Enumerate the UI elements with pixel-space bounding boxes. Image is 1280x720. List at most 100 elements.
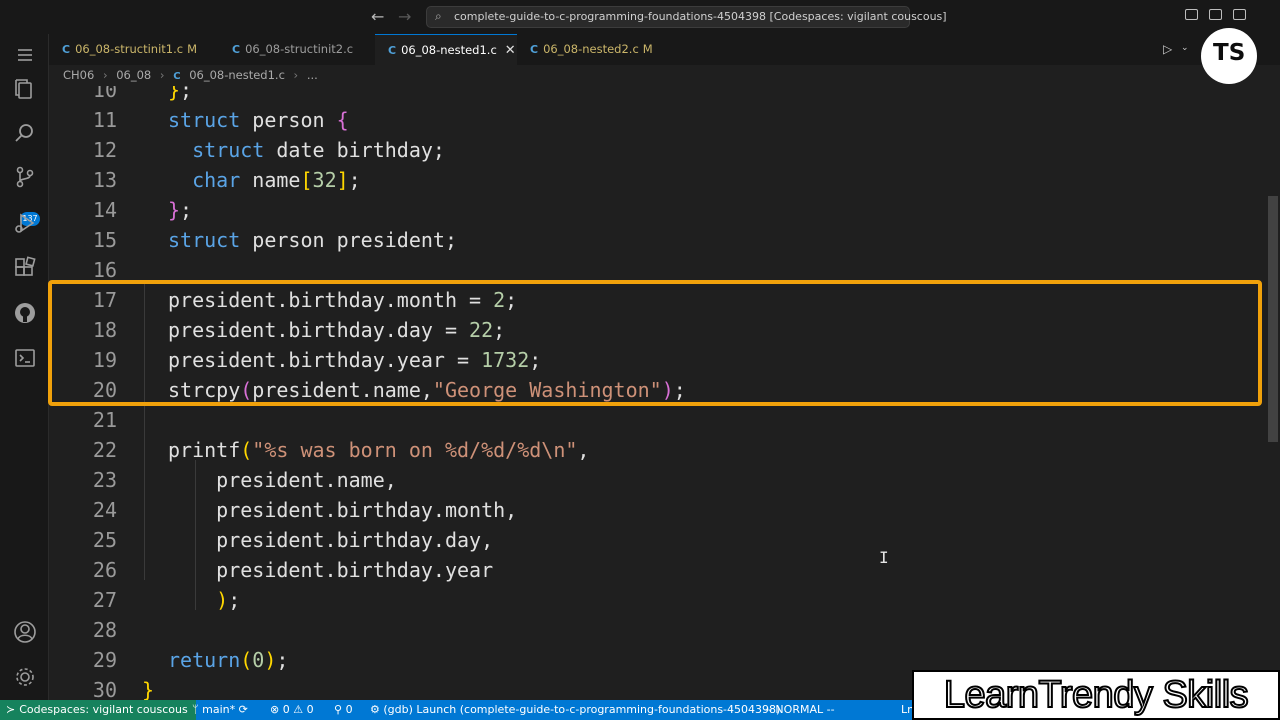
editor-tab-bar: C 06_08-structinit1.c M C 06_08-structinit2…	[49, 34, 1280, 65]
breadcrumb-separator: ›	[102, 68, 108, 82]
vim-mode: -- NORMAL --	[764, 703, 835, 716]
run-icon[interactable]: ▷	[1163, 42, 1172, 56]
terminal-icon[interactable]	[12, 345, 38, 371]
line-number: 30	[92, 678, 117, 700]
explorer-icon[interactable]	[12, 76, 38, 102]
chevron-down-icon[interactable]: ⌄	[1181, 43, 1189, 53]
line-number: 14	[92, 198, 117, 222]
go-back-arrow-icon[interactable]: ←	[371, 7, 384, 27]
line-number: 28	[92, 618, 117, 642]
line-number: 25	[92, 528, 117, 552]
code-text: }	[142, 678, 155, 700]
c-file-icon: C	[62, 43, 71, 56]
code-line: 23 president.name,	[49, 465, 1265, 495]
line-number: 24	[92, 498, 117, 522]
c-file-icon: C	[388, 44, 397, 57]
branch-name: main*	[202, 703, 236, 716]
line-number: 11	[92, 108, 117, 132]
line-number: 15	[92, 228, 117, 252]
settings-gear-icon[interactable]	[12, 664, 38, 690]
breadcrumb-separator: ›	[159, 68, 165, 82]
code-line: 12 struct date birthday;	[49, 135, 1265, 165]
code-line: 10};	[49, 86, 1265, 105]
tab-label: 06_08-structinit1.c	[75, 42, 184, 56]
remote-indicator[interactable]: ≻ Codespaces: vigilant couscous	[0, 700, 196, 720]
run-and-debug-icon[interactable]	[12, 210, 38, 236]
tab-nested1[interactable]: C 06_08-nested1.c ✕	[375, 34, 517, 65]
command-center-search[interactable]: ⌕ complete-guide-to-c-programming-founda…	[426, 6, 947, 28]
tab-structinit1[interactable]: C 06_08-structinit1.c M	[49, 34, 219, 65]
code-text: struct date birthday;	[192, 138, 445, 162]
c-file-icon: C	[232, 43, 241, 56]
code-text: return(0);	[168, 648, 289, 672]
line-number: 22	[92, 438, 117, 462]
breadcrumb: CH06 › 06_08 › C 06_08-nested1.c › ...	[49, 65, 1280, 86]
title-bar: ← → ⌕ complete-guide-to-c-programming-fo…	[0, 0, 1280, 34]
highlight-box	[48, 280, 1262, 406]
tab-label: 06_08-structinit2.c	[245, 42, 354, 56]
breadcrumb-item[interactable]: 06_08-nested1.c	[189, 65, 285, 86]
code-line: 13 char name[32];	[49, 165, 1265, 195]
branch-icon: ᛘ	[192, 703, 199, 716]
code-text: char name[32];	[192, 168, 361, 192]
code-text: president.birthday.day,	[168, 528, 494, 552]
toggle-primary-sidebar-icon[interactable]	[1185, 9, 1198, 20]
debug-icon: ⚙	[370, 703, 380, 716]
modified-indicator: M	[187, 42, 198, 56]
github-icon[interactable]	[12, 300, 38, 326]
code-line: 28	[49, 615, 1265, 645]
editor-scrollbar[interactable]	[1265, 86, 1280, 700]
toggle-secondary-sidebar-icon[interactable]	[1233, 9, 1246, 20]
watermark: LearnTrendy Skills	[912, 670, 1280, 720]
code-text: printf("%s was born on %d/%d/%d\n",	[168, 438, 590, 462]
tab-nested2[interactable]: C 06_08-nested2.c M	[517, 34, 680, 65]
scrollbar-thumb[interactable]	[1268, 196, 1278, 442]
code-text: president.name,	[168, 468, 397, 492]
line-number: 23	[92, 468, 117, 492]
branch-status[interactable]: ᛘ main* ⟳	[192, 700, 248, 720]
code-line: 25 president.birthday.day,	[49, 525, 1265, 555]
code-line: 24 president.birthday.month,	[49, 495, 1265, 525]
watermark-text: LearnTrendy Skills	[943, 673, 1250, 717]
code-text: };	[168, 86, 193, 102]
close-icon[interactable]: ✕	[505, 43, 516, 58]
go-forward-arrow-icon[interactable]: →	[398, 7, 411, 27]
search-icon: ⌕	[435, 9, 442, 23]
ports-icon: ⚲	[334, 703, 343, 716]
line-number: 13	[92, 168, 117, 192]
debug-launch-status[interactable]: ⚙ (gdb) Launch (complete-guide-to-c-prog…	[370, 700, 780, 720]
mouse-text-cursor: I	[879, 548, 889, 567]
line-number: 29	[92, 648, 117, 672]
code-text: );	[216, 588, 241, 612]
code-line: 22 printf("%s was born on %d/%d/%d\n",	[49, 435, 1265, 465]
code-text: president.birthday.month,	[168, 498, 518, 522]
code-line: 11 struct person {	[49, 105, 1265, 135]
tab-label: 06_08-nested2.c	[543, 42, 639, 56]
problems-status[interactable]: ⊗ 0 ⚠ 0	[270, 700, 314, 720]
channel-logo-text: TS	[1213, 40, 1246, 66]
code-text: president.birthday.year	[168, 558, 494, 582]
breadcrumb-item[interactable]: 06_08	[116, 65, 151, 86]
menu-icon[interactable]	[12, 42, 38, 68]
extensions-icon[interactable]	[12, 255, 38, 281]
error-icon: ⊗	[270, 703, 280, 716]
c-file-icon: C	[530, 43, 539, 56]
accounts-icon[interactable]	[12, 619, 38, 645]
breadcrumb-item[interactable]: ...	[307, 65, 318, 86]
line-number: 10	[92, 86, 117, 102]
code-text: struct person {	[168, 108, 349, 132]
source-control-icon[interactable]	[12, 164, 38, 190]
sync-icon: ⟳	[238, 703, 248, 716]
code-line: 14};	[49, 195, 1265, 225]
ports-count: 0	[345, 703, 353, 716]
debug-launch-label: (gdb) Launch (complete-guide-to-c-progra…	[383, 703, 781, 716]
search-icon[interactable]	[12, 120, 38, 146]
line-number: 26	[92, 558, 117, 582]
toggle-panel-icon[interactable]	[1209, 9, 1222, 20]
breadcrumb-item[interactable]: CH06	[63, 65, 94, 86]
activity-bar: 137	[0, 34, 49, 700]
code-text: };	[168, 198, 193, 222]
ports-status[interactable]: ⚲ 0	[334, 700, 353, 720]
tab-label: 06_08-nested1.c	[401, 43, 497, 57]
tab-structinit2[interactable]: C 06_08-structinit2.c	[219, 34, 375, 65]
